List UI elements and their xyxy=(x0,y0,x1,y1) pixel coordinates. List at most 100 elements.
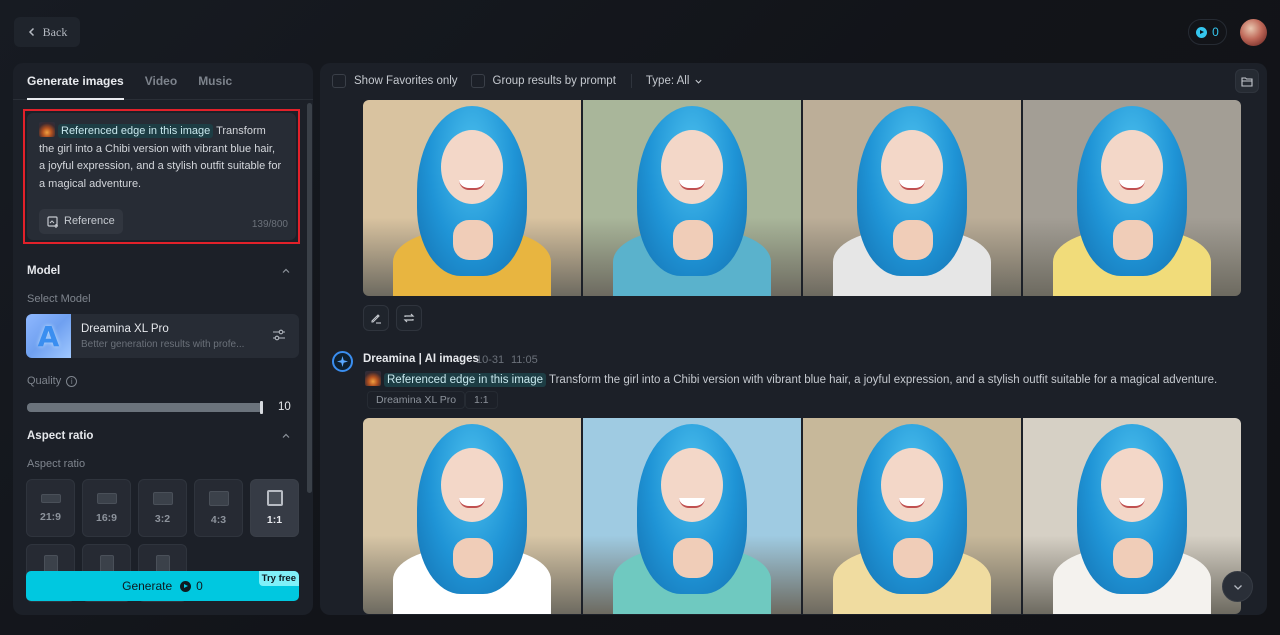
reference-image-thumbnail xyxy=(39,122,55,137)
aspect-ratio-label: 4:3 xyxy=(210,513,227,526)
aspect-ratio-label: 3:2 xyxy=(154,512,171,525)
face-shape xyxy=(881,448,943,522)
model-selector[interactable]: A Dreamina XL Pro Better generation resu… xyxy=(26,314,299,358)
tab-music[interactable]: Music xyxy=(198,74,232,99)
scroll-to-bottom-button[interactable] xyxy=(1222,571,1253,602)
image-row xyxy=(363,418,1241,614)
face-shape xyxy=(881,130,943,204)
generated-image[interactable] xyxy=(363,418,581,614)
entry-time: 11:05 xyxy=(511,354,538,366)
generated-image[interactable] xyxy=(803,418,1021,614)
folder-icon xyxy=(1241,76,1253,87)
chevron-down-icon xyxy=(1233,584,1242,590)
model-logo: A xyxy=(26,314,71,358)
pencil-icon xyxy=(371,314,381,324)
quality-value: 10 xyxy=(278,401,291,413)
image-row xyxy=(363,100,1241,296)
back-button[interactable]: Back xyxy=(14,17,80,47)
generate-label: Generate xyxy=(122,579,173,593)
aspect-ratio-option[interactable]: 3:2 xyxy=(138,479,187,537)
sparkle-icon xyxy=(337,356,348,367)
aspect-ratio-label: 21:9 xyxy=(39,510,61,523)
aspect-ratio-option[interactable]: 21:9 xyxy=(26,479,75,537)
filter-bar: Show Favorites only Group results by pro… xyxy=(320,63,1267,99)
credit-icon xyxy=(1196,26,1208,38)
type-filter-label: Type: All xyxy=(645,75,690,87)
aspect-ratio-label: 16:9 xyxy=(95,511,117,524)
quality-slider-handle[interactable] xyxy=(260,401,263,414)
aspect-ratio-label: Aspect ratio xyxy=(27,458,86,470)
edit-button[interactable] xyxy=(363,305,389,331)
prompt-input[interactable]: Referenced edge in this image Transform … xyxy=(27,113,296,240)
entry-prompt-text: Transform the girl into a Chibi version … xyxy=(549,374,1218,386)
aspect-ratio-shape-icon xyxy=(266,490,283,506)
bot-name: Dreamina | AI images xyxy=(363,353,479,365)
ratio-chip: 1:1 xyxy=(465,391,498,409)
reference-tag[interactable]: Referenced edge in this image xyxy=(384,373,546,387)
group-by-prompt-label: Group results by prompt xyxy=(492,75,616,87)
aspect-ratio-shape-icon xyxy=(152,491,173,505)
chevron-up-icon[interactable] xyxy=(281,266,291,276)
generated-image[interactable] xyxy=(803,100,1021,296)
generated-image[interactable] xyxy=(583,100,801,296)
chevron-up-icon[interactable] xyxy=(281,431,291,441)
face-shape xyxy=(661,448,723,522)
aspect-ratio-shape-icon xyxy=(40,493,61,503)
reference-button[interactable]: Reference xyxy=(39,209,123,234)
aspect-ratio-option[interactable]: 16:9 xyxy=(82,479,131,537)
face-shape xyxy=(1101,448,1163,522)
generated-image[interactable] xyxy=(583,418,801,614)
folder-button[interactable] xyxy=(1235,69,1259,93)
reference-button-label: Reference xyxy=(64,214,115,227)
hands-shape xyxy=(453,538,493,578)
quality-slider[interactable] xyxy=(27,401,263,414)
type-filter-dropdown[interactable]: Type: All xyxy=(646,75,703,87)
entry-date: 10-31 xyxy=(476,354,505,366)
face-shape xyxy=(661,130,723,204)
quality-label-text: Quality xyxy=(27,375,62,387)
show-favorites-checkbox[interactable]: Show Favorites only xyxy=(332,74,458,88)
dreamina-bot-avatar xyxy=(332,351,353,372)
sliders-icon[interactable] xyxy=(272,328,286,342)
tab-generate-images[interactable]: Generate images xyxy=(27,74,124,100)
mode-tabs: Generate images Video Music xyxy=(13,63,313,100)
user-avatar[interactable] xyxy=(1240,19,1267,46)
repeat-icon xyxy=(403,313,415,323)
aspect-ratio-section-title: Aspect ratio xyxy=(27,430,94,442)
panel-scrollbar-thumb[interactable] xyxy=(307,103,312,493)
hands-shape xyxy=(1113,538,1153,578)
hands-shape xyxy=(673,538,713,578)
results-panel: Show Favorites only Group results by pro… xyxy=(320,63,1267,615)
generated-image[interactable] xyxy=(363,100,581,296)
aspect-ratio-shape-icon xyxy=(96,492,117,504)
tab-video[interactable]: Video xyxy=(145,74,177,99)
aspect-ratio-label: 1:1 xyxy=(266,514,283,526)
hands-shape xyxy=(893,538,933,578)
regenerate-button[interactable] xyxy=(396,305,422,331)
model-logo-letter: A xyxy=(37,319,60,353)
face-shape xyxy=(441,130,503,204)
checkbox-box[interactable] xyxy=(332,74,346,88)
aspect-ratio-option[interactable]: 1:1 xyxy=(250,479,299,537)
model-name: Dreamina XL Pro xyxy=(81,323,169,335)
entry-prompt: Referenced edge in this image Transform … xyxy=(365,371,1218,387)
hands-shape xyxy=(453,220,493,260)
reference-tag[interactable]: Referenced edge in this image xyxy=(58,124,214,138)
credits-display[interactable]: 0 xyxy=(1188,19,1227,45)
generate-button[interactable]: Generate 0 Try free xyxy=(26,571,299,601)
group-by-prompt-checkbox[interactable]: Group results by prompt xyxy=(470,74,616,88)
panel-scrollbar[interactable] xyxy=(307,103,312,553)
aspect-ratio-shape-icon xyxy=(208,490,229,506)
aspect-ratio-option[interactable]: 4:3 xyxy=(194,479,243,537)
model-description: Better generation results with profe... xyxy=(81,339,245,350)
generated-image[interactable] xyxy=(1023,418,1241,614)
hands-shape xyxy=(893,220,933,260)
quality-label: Quality i xyxy=(27,375,78,387)
chevron-left-icon xyxy=(28,27,34,37)
filter-divider xyxy=(630,74,632,88)
checkbox-box[interactable] xyxy=(470,74,485,88)
generate-cost: 0 xyxy=(196,579,203,593)
generated-image[interactable] xyxy=(1023,100,1241,296)
character-count: 139/800 xyxy=(251,219,288,230)
info-icon[interactable]: i xyxy=(66,375,78,387)
